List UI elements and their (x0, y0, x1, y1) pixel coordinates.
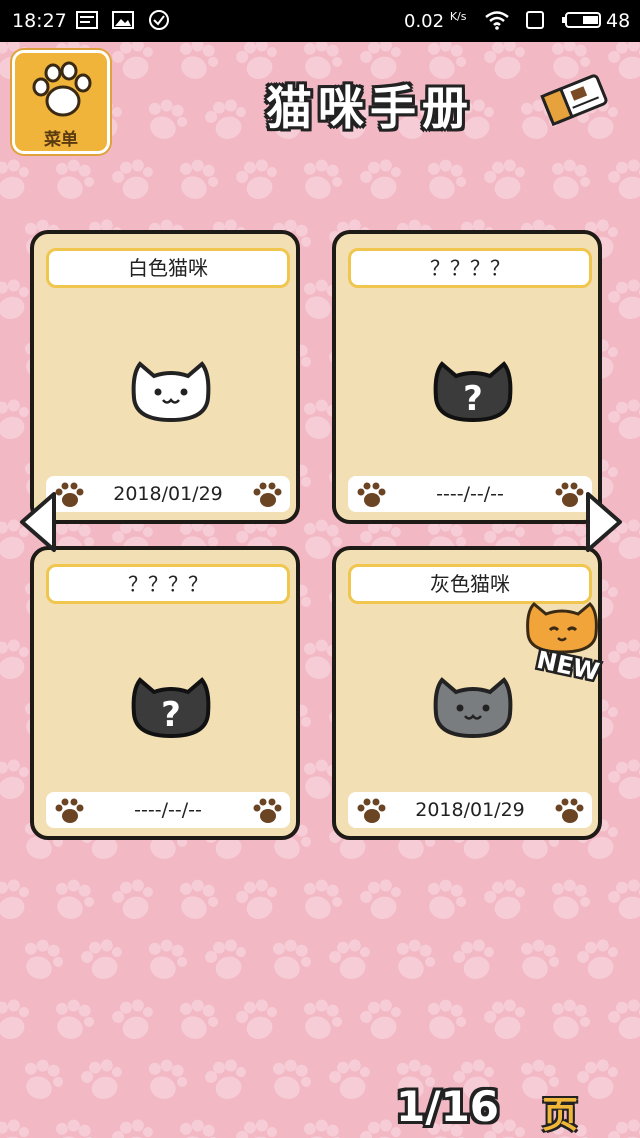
date-bar: ----/--/-- (348, 476, 592, 512)
paw-icon (55, 798, 84, 823)
total-pages: 16 (440, 1082, 500, 1131)
discovery-date: ----/--/-- (134, 799, 202, 821)
battery-icon (562, 12, 601, 28)
cat-card[interactable]: 白色猫咪 2018/01/29 (30, 230, 300, 524)
svg-text:?: ? (463, 379, 483, 419)
page-suffix: 页 (542, 1095, 579, 1136)
cat-name: ？？？？ (46, 564, 290, 604)
menu-button[interactable]: 菜单 (12, 50, 110, 154)
cat-name: 白色猫咪 (46, 248, 290, 288)
new-badge: NEW (526, 601, 604, 682)
next-page-button[interactable] (584, 490, 624, 554)
cat-card[interactable]: ？？？？ ? ----/--/-- (30, 546, 300, 840)
status-bar: 18:27 0.02 K/s 48 (0, 0, 640, 42)
status-time: 18:27 (12, 10, 67, 32)
paw-icon (253, 482, 282, 507)
unknown-cat-icon: ? (433, 361, 513, 423)
page-indicator: 1/16 (396, 1082, 500, 1131)
menu-label: 菜单 (44, 130, 78, 150)
paw-icon (253, 798, 282, 823)
discovery-date: 2018/01/29 (415, 799, 525, 821)
paw-icon (55, 482, 84, 507)
check-circle-icon (149, 10, 169, 30)
date-bar: 2018/01/29 (348, 792, 592, 828)
discovery-date: ----/--/-- (436, 483, 504, 505)
svg-text:?: ? (161, 695, 181, 735)
unknown-cat-icon: ? (131, 677, 211, 739)
gray-cat-icon (433, 677, 513, 739)
battery-level: 48 (606, 10, 631, 32)
prev-page-button[interactable] (18, 490, 58, 554)
book-icon (540, 74, 608, 127)
white-cat-icon (131, 361, 211, 423)
signal-box-icon (526, 11, 544, 29)
discovery-date: 2018/01/29 (113, 483, 223, 505)
image-icon (112, 11, 134, 29)
new-badge-label: NEW (534, 646, 601, 682)
cat-card[interactable]: ？？？？ ? ----/--/-- (332, 230, 602, 524)
current-page: 1 (396, 1082, 426, 1131)
paw-icon (32, 61, 92, 117)
paw-icon (357, 798, 386, 823)
cat-card[interactable]: 灰色猫咪 2018/01/29 (332, 546, 602, 840)
paw-icon (357, 482, 386, 507)
cat-name: 灰色猫咪 (348, 564, 592, 604)
notification-icon (76, 11, 98, 29)
cat-name: ？？？？ (348, 248, 592, 288)
network-speed: 0.02 K/s (404, 10, 467, 32)
date-bar: 2018/01/29 (46, 476, 290, 512)
paw-icon (555, 482, 584, 507)
wifi-icon (485, 11, 509, 30)
page-title: 猫咪手册 (266, 81, 474, 135)
date-bar: ----/--/-- (46, 792, 290, 828)
paw-icon (555, 798, 584, 823)
